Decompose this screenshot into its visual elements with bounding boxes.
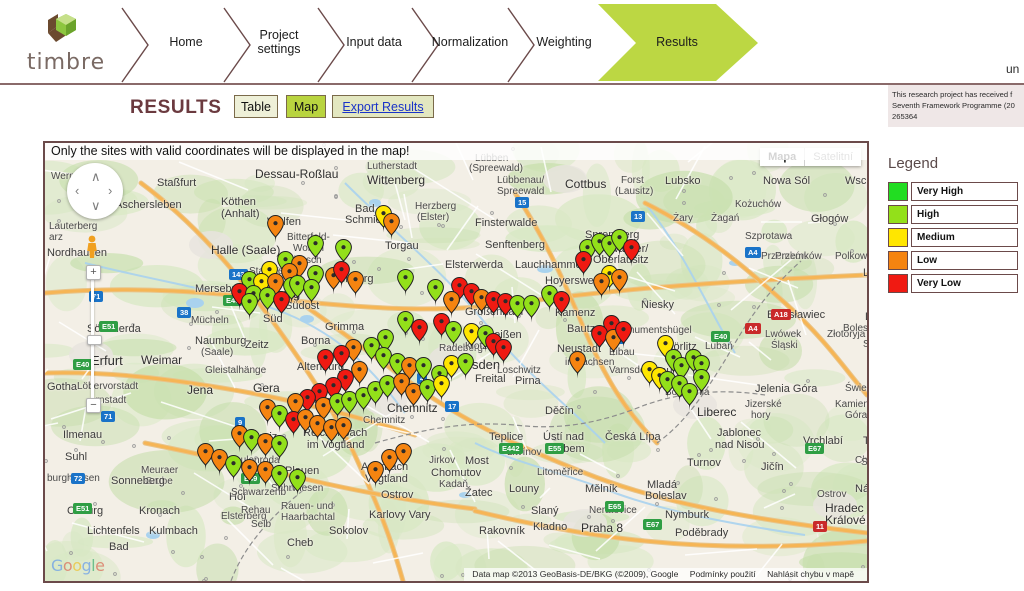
results-toolbar: RESULTS Table Map Export Results bbox=[0, 95, 1024, 135]
attribution-data: Data map ©2013 GeoBasis-DE/BKG (©2009), … bbox=[472, 569, 679, 579]
map-site-marker[interactable] bbox=[693, 368, 710, 397]
map-site-marker[interactable] bbox=[427, 278, 444, 307]
nav-item-home[interactable]: Home bbox=[144, 0, 228, 83]
map-site-marker[interactable] bbox=[445, 320, 462, 349]
pan-up-icon[interactable]: ∧ bbox=[91, 170, 101, 183]
app-header: timbre Home Project settings Input data … bbox=[0, 0, 1024, 83]
export-results-button[interactable]: Export Results bbox=[332, 95, 434, 118]
map-site-marker[interactable] bbox=[523, 294, 540, 323]
legend-swatch bbox=[888, 251, 908, 270]
map-site-marker[interactable] bbox=[611, 268, 628, 297]
legend-label: Medium bbox=[911, 228, 1018, 247]
map-site-marker[interactable] bbox=[397, 268, 414, 297]
map-site-marker[interactable] bbox=[593, 272, 610, 301]
nav-item-project-settings[interactable]: Project settings bbox=[236, 0, 322, 83]
map-site-marker[interactable] bbox=[575, 250, 592, 279]
pan-right-icon[interactable]: › bbox=[108, 184, 112, 197]
legend-row: High bbox=[888, 205, 1018, 224]
map-container[interactable]: Wern Staßfurt Aschersleben Köthen (Anhalt) De… bbox=[43, 141, 869, 583]
map-site-marker[interactable] bbox=[383, 212, 400, 241]
map-site-marker[interactable] bbox=[569, 350, 586, 379]
nav-item-results[interactable]: Results bbox=[612, 0, 742, 83]
zoom-out-button[interactable]: − bbox=[86, 398, 101, 413]
map-site-marker[interactable] bbox=[623, 238, 640, 267]
map-view-button[interactable]: Map bbox=[286, 95, 326, 118]
legend-row: Low bbox=[888, 251, 1018, 270]
timbre-cube-logo-icon bbox=[42, 12, 86, 50]
map-pan-control[interactable]: ∧ ∨ ‹ › bbox=[67, 163, 123, 219]
map-site-marker[interactable] bbox=[553, 290, 570, 319]
map-site-marker[interactable] bbox=[225, 454, 242, 483]
map-site-marker[interactable] bbox=[317, 348, 334, 377]
wizard-navigation: Home Project settings Input data Normali… bbox=[118, 0, 778, 83]
street-view-pegman-icon[interactable] bbox=[85, 235, 99, 259]
zoom-slider-handle[interactable] bbox=[87, 335, 102, 345]
map-site-marker[interactable] bbox=[335, 416, 352, 445]
pan-left-icon[interactable]: ‹ bbox=[75, 184, 79, 197]
export-results-link[interactable]: Export Results bbox=[342, 100, 423, 114]
map-site-marker[interactable] bbox=[271, 434, 288, 463]
legend-row: Very High bbox=[888, 182, 1018, 201]
attribution-report[interactable]: Nahlásit chybu v mapě bbox=[767, 569, 854, 579]
legend-swatch bbox=[888, 205, 908, 224]
map-site-marker[interactable] bbox=[289, 468, 306, 497]
brand-name: timbre bbox=[26, 50, 106, 75]
map-site-marker[interactable] bbox=[615, 320, 632, 349]
legend-row: Medium bbox=[888, 228, 1018, 247]
zoom-in-button[interactable]: + bbox=[86, 265, 101, 280]
legend-title: Legend bbox=[888, 155, 939, 172]
legend-swatch bbox=[888, 182, 908, 201]
map-site-marker[interactable] bbox=[267, 214, 284, 243]
legend-label: Very High bbox=[911, 182, 1018, 201]
map-site-marker[interactable] bbox=[307, 234, 324, 263]
map-site-marker[interactable] bbox=[457, 352, 474, 381]
nav-item-input-data[interactable]: Input data bbox=[330, 0, 418, 83]
nav-item-normalization[interactable]: Normalization bbox=[422, 0, 518, 83]
header-user-text: un bbox=[1006, 62, 1020, 76]
legend-rows: Very High High Medium Low Very Low bbox=[888, 182, 1018, 293]
legend-label: Low bbox=[911, 251, 1018, 270]
map-site-marker[interactable] bbox=[241, 458, 258, 487]
legend-swatch bbox=[888, 274, 908, 293]
header-divider bbox=[0, 83, 1024, 85]
results-page: timbre Home Project settings Input data … bbox=[0, 0, 1024, 591]
map-attribution: Data map ©2013 GeoBasis-DE/BKG (©2009), … bbox=[464, 568, 867, 581]
map-marker-layer[interactable] bbox=[45, 143, 867, 581]
google-watermark: Google bbox=[51, 556, 105, 575]
map-site-marker[interactable] bbox=[411, 318, 428, 347]
map-site-marker[interactable] bbox=[433, 374, 450, 403]
legend-row: Very Low bbox=[888, 274, 1018, 293]
map-site-marker[interactable] bbox=[241, 292, 258, 321]
page-title: RESULTS bbox=[130, 97, 222, 118]
map-notice-banner: Only the sites with valid coordinates wi… bbox=[45, 143, 867, 160]
map-zoom-control[interactable]: + − bbox=[86, 265, 102, 413]
map-site-marker[interactable] bbox=[273, 290, 290, 319]
legend-label: High bbox=[911, 205, 1018, 224]
map-canvas[interactable]: Wern Staßfurt Aschersleben Köthen (Anhalt) De… bbox=[45, 143, 867, 581]
legend-label: Very Low bbox=[911, 274, 1018, 293]
legend-swatch bbox=[888, 228, 908, 247]
brand-logo[interactable]: timbre bbox=[18, 12, 114, 80]
map-site-marker[interactable] bbox=[395, 442, 412, 471]
map-site-marker[interactable] bbox=[303, 278, 320, 307]
attribution-terms[interactable]: Podmínky použití bbox=[690, 569, 756, 579]
table-view-button[interactable]: Table bbox=[234, 95, 278, 118]
nav-item-weighting[interactable]: Weighting bbox=[518, 0, 610, 83]
legend: Legend Very High High Medium Low Very Low bbox=[888, 155, 1018, 297]
pan-down-icon[interactable]: ∨ bbox=[91, 199, 101, 212]
map-site-marker[interactable] bbox=[347, 270, 364, 299]
map-site-marker[interactable] bbox=[495, 338, 512, 367]
map-site-marker[interactable] bbox=[271, 464, 288, 493]
